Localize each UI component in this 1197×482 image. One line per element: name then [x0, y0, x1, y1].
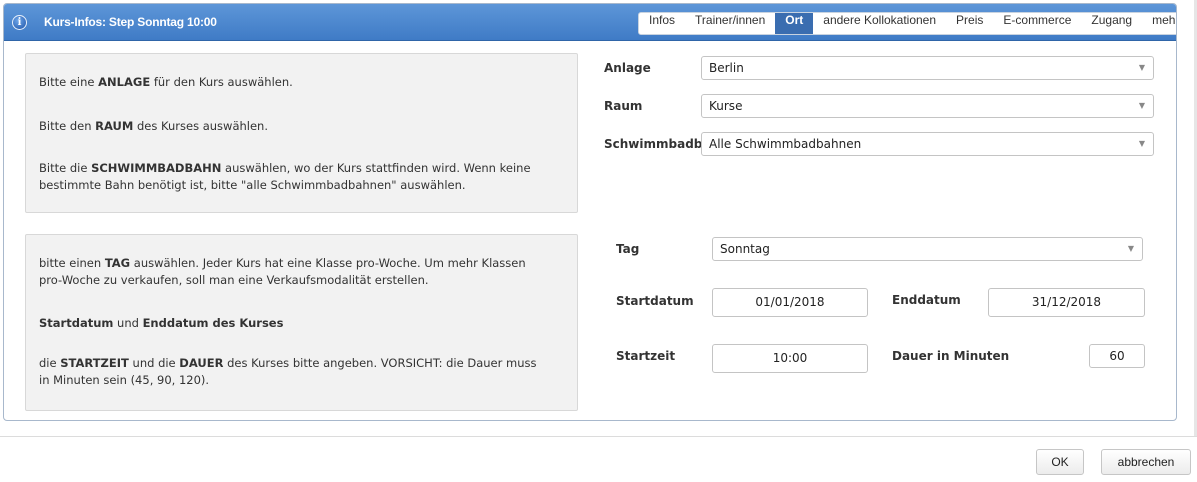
tab-mehr[interactable]: mehr	[1142, 13, 1176, 34]
dialog-title: Kurs-Infos: Step Sonntag 10:00	[44, 15, 217, 29]
tab-ecommerce[interactable]: E-commerce	[993, 13, 1081, 34]
raum-select-value: Kurse	[709, 99, 743, 113]
schwimmbadbahn-select[interactable]: Alle Schwimmbadbahnen ▼	[701, 132, 1154, 156]
raum-select[interactable]: Kurse ▼	[701, 94, 1154, 118]
location-help-box: Bitte eine ANLAGE für den Kurs auswählen…	[25, 53, 578, 213]
tab-zugang[interactable]: Zugang	[1081, 13, 1142, 34]
dialog-titlebar: i Kurs-Infos: Step Sonntag 10:00 Infos T…	[4, 4, 1176, 41]
raum-label: Raum	[604, 99, 643, 113]
startzeit-label: Startzeit	[616, 349, 676, 363]
startzeit-input[interactable]: 10:00	[712, 344, 868, 373]
tab-ort[interactable]: Ort	[775, 13, 814, 34]
anlage-label: Anlage	[604, 61, 651, 75]
help-time-text: die STARTZEIT und die DAUER des Kurses b…	[39, 356, 537, 387]
help-anlage-text: Bitte eine ANLAGE für den Kurs auswählen…	[39, 75, 293, 89]
tab-andere-kollokationen[interactable]: andere Kollokationen	[813, 13, 946, 34]
ok-button[interactable]: OK	[1036, 449, 1084, 475]
chevron-down-icon: ▼	[1127, 244, 1134, 253]
tag-select-value: Sonntag	[720, 242, 770, 256]
schwimmbadbahn-label: Schwimmbadbahn	[604, 137, 702, 151]
schwimmbadbahn-select-value: Alle Schwimmbadbahnen	[709, 137, 862, 151]
anlage-select-value: Berlin	[709, 61, 744, 75]
chevron-down-icon: ▼	[1138, 101, 1145, 110]
chevron-down-icon: ▼	[1138, 139, 1145, 148]
info-icon: i	[12, 15, 27, 30]
help-tag-text: bitte einen TAG auswählen. Jeder Kurs ha…	[39, 256, 526, 287]
dauer-input[interactable]: 60	[1089, 344, 1145, 368]
help-raum-text: Bitte den RAUM des Kurses auswählen.	[39, 119, 269, 133]
help-dates-text: Startdatum und Enddatum des Kurses	[39, 316, 284, 330]
footer-divider	[0, 436, 1197, 437]
schedule-help-box: bitte einen TAG auswählen. Jeder Kurs ha…	[25, 234, 578, 411]
dauer-label: Dauer in Minuten	[892, 349, 1010, 363]
tag-label: Tag	[616, 242, 640, 256]
anlage-select[interactable]: Berlin ▼	[701, 56, 1154, 80]
help-bahn-text: Bitte die SCHWIMMBADBAHN auswählen, wo d…	[39, 161, 531, 192]
tab-preis[interactable]: Preis	[946, 13, 993, 34]
tab-trainer[interactable]: Trainer/innen	[685, 13, 775, 34]
enddatum-input[interactable]: 31/12/2018	[988, 288, 1145, 317]
startdatum-label: Startdatum	[616, 294, 694, 308]
tab-bar: Infos Trainer/innen Ort andere Kollokati…	[638, 12, 1176, 35]
tab-infos[interactable]: Infos	[639, 13, 685, 34]
tag-select[interactable]: Sonntag ▼	[712, 237, 1143, 261]
course-info-dialog: i Kurs-Infos: Step Sonntag 10:00 Infos T…	[3, 3, 1177, 421]
enddatum-label: Enddatum	[892, 293, 961, 307]
chevron-down-icon: ▼	[1138, 63, 1145, 72]
startdatum-input[interactable]: 01/01/2018	[712, 288, 868, 317]
cancel-button[interactable]: abbrechen	[1101, 449, 1191, 475]
